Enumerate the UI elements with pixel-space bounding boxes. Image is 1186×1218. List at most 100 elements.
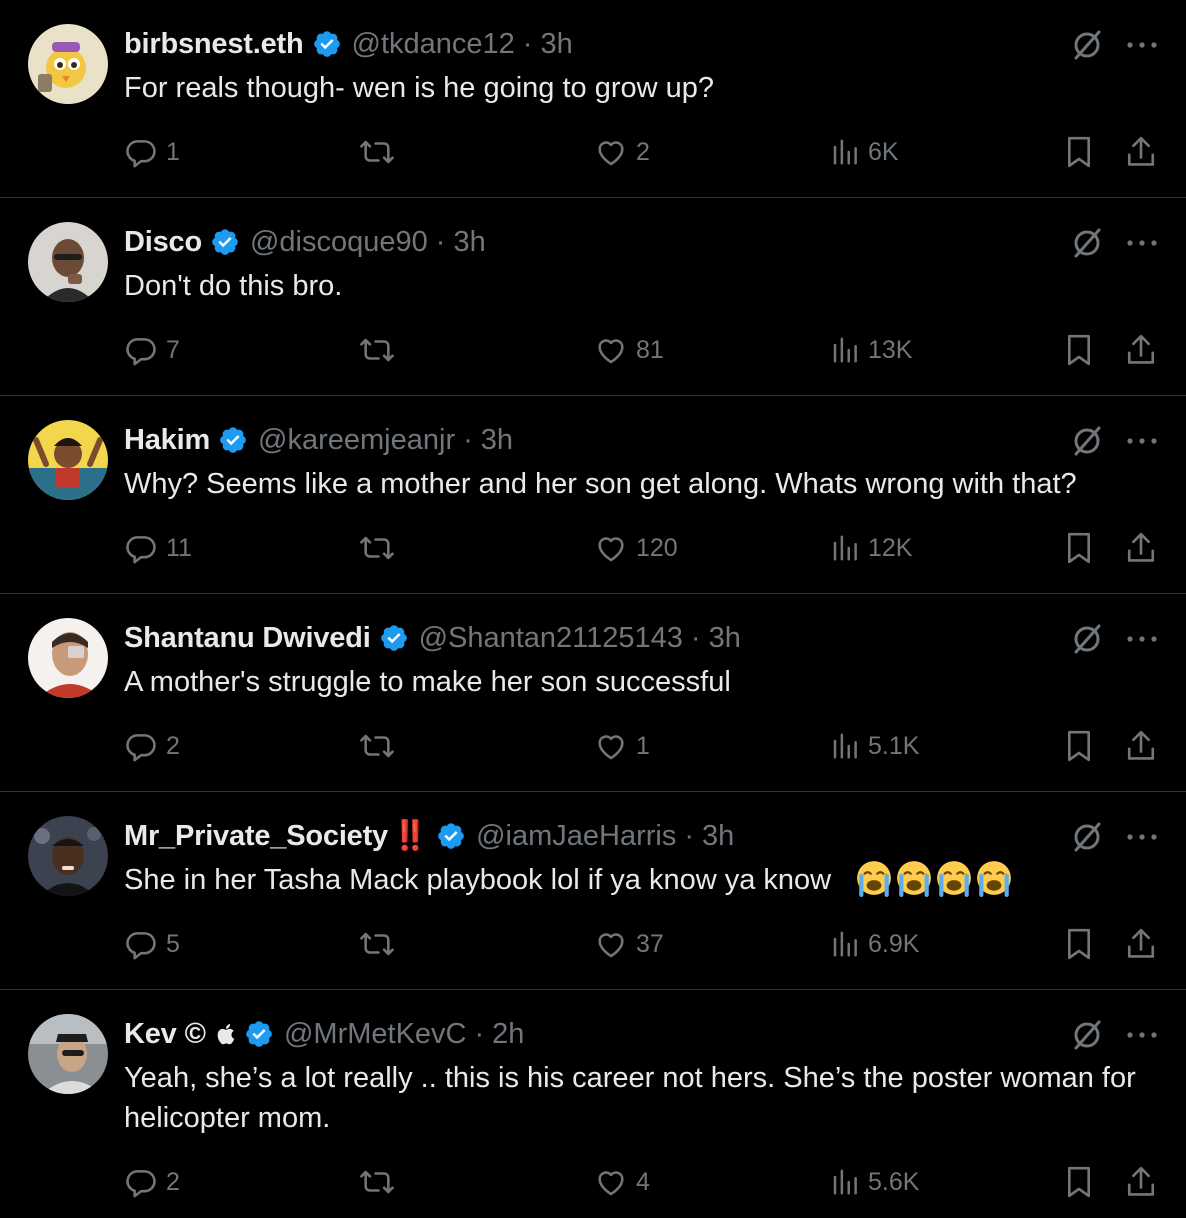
display-name[interactable]: Kev: [124, 1018, 177, 1051]
share-button[interactable]: [1124, 924, 1158, 964]
user-handle[interactable]: @tkdance12: [352, 28, 515, 61]
views-icon: [830, 533, 860, 563]
share-button[interactable]: [1124, 132, 1158, 172]
views-button[interactable]: 6K: [830, 132, 899, 172]
avatar[interactable]: [28, 420, 108, 500]
grok-icon[interactable]: [1070, 1018, 1104, 1052]
grok-icon[interactable]: [1070, 622, 1104, 656]
views-button[interactable]: 6.9K: [830, 924, 919, 964]
grok-icon[interactable]: [1070, 424, 1104, 458]
tweet[interactable]: Mr_Private_Society ‼️ @iamJaeHarris · 3h…: [0, 792, 1186, 990]
retweet-button[interactable]: [358, 726, 404, 766]
bookmark-button[interactable]: [1062, 132, 1096, 172]
views-count: 12K: [868, 533, 913, 562]
like-button[interactable]: 37: [594, 924, 664, 964]
user-handle[interactable]: @MrMetKevC: [284, 1018, 467, 1051]
display-name[interactable]: Shantanu Dwivedi: [124, 622, 371, 655]
timestamp[interactable]: 2h: [492, 1018, 524, 1051]
grok-icon[interactable]: [1070, 820, 1104, 854]
grok-icon[interactable]: [1070, 28, 1104, 62]
timestamp[interactable]: 3h: [702, 820, 734, 853]
bookmark-button[interactable]: [1062, 330, 1096, 370]
tweet[interactable]: Shantanu Dwivedi @Shantan21125143 · 3h A…: [0, 594, 1186, 792]
tweet[interactable]: Disco @discoque90 · 3h Don't do this bro…: [0, 198, 1186, 396]
like-button[interactable]: 81: [594, 330, 664, 370]
views-button[interactable]: 12K: [830, 528, 912, 568]
reply-button[interactable]: 11: [124, 528, 192, 568]
share-button[interactable]: [1124, 726, 1158, 766]
apple-logo-icon-shape: [217, 1024, 235, 1045]
bookmark-button[interactable]: [1062, 528, 1096, 568]
bookmark-icon: [1062, 332, 1096, 368]
reply-button[interactable]: 5: [124, 924, 180, 964]
views-count: 5.1K: [868, 731, 920, 760]
reply-button[interactable]: 7: [124, 330, 180, 370]
heart-icon: [594, 927, 628, 961]
tweet-actions: 1 2 6K: [0, 132, 1186, 172]
reply-button[interactable]: 1: [124, 132, 180, 172]
tweet-text: She in her Tasha Mack playbook lol if ya…: [124, 864, 832, 896]
more-dots-icon[interactable]: [1122, 624, 1162, 654]
views-count: 6K: [868, 137, 899, 166]
more-dots-icon[interactable]: [1122, 1020, 1162, 1050]
retweet-icon: [358, 135, 396, 169]
timestamp[interactable]: 3h: [453, 226, 485, 259]
display-name[interactable]: Disco: [124, 226, 202, 259]
display-name[interactable]: birbsnest.eth: [124, 28, 304, 61]
like-button[interactable]: 4: [594, 1162, 650, 1202]
more-dots-icon[interactable]: [1122, 822, 1162, 852]
reply-count: 11: [166, 533, 192, 562]
heart-icon: [594, 135, 628, 169]
share-button[interactable]: [1124, 528, 1158, 568]
share-button[interactable]: [1124, 1162, 1158, 1202]
display-name[interactable]: Hakim: [124, 424, 210, 457]
user-handle[interactable]: @iamJaeHarris: [476, 820, 676, 853]
timestamp[interactable]: 3h: [540, 28, 572, 61]
timestamp[interactable]: 3h: [481, 424, 513, 457]
reply-button[interactable]: 2: [124, 726, 180, 766]
retweet-icon: [358, 531, 396, 565]
more-dots-icon[interactable]: [1122, 426, 1162, 456]
tweet-header: birbsnest.eth @tkdance12 · 3h: [124, 26, 573, 62]
reply-count: 7: [166, 335, 180, 364]
retweet-button[interactable]: [358, 1162, 404, 1202]
avatar[interactable]: [28, 1014, 108, 1094]
like-button[interactable]: 120: [594, 528, 678, 568]
like-button[interactable]: 2: [594, 132, 650, 172]
tweet[interactable]: birbsnest.eth @tkdance12 · 3h For reals …: [0, 0, 1186, 198]
views-button[interactable]: 5.1K: [830, 726, 919, 766]
heart-icon: [594, 729, 628, 763]
bookmark-button[interactable]: [1062, 924, 1096, 964]
reply-count: 1: [166, 137, 180, 166]
user-handle[interactable]: @kareemjeanjr: [258, 424, 455, 457]
tweet-actions: 11 120 12K: [0, 528, 1186, 568]
grok-icon[interactable]: [1070, 226, 1104, 260]
avatar[interactable]: [28, 222, 108, 302]
retweet-button[interactable]: [358, 132, 404, 172]
reply-button[interactable]: 2: [124, 1162, 180, 1202]
retweet-button[interactable]: [358, 528, 404, 568]
like-button[interactable]: 1: [594, 726, 650, 766]
separator-dot: ·: [522, 27, 533, 60]
avatar[interactable]: [28, 24, 108, 104]
more-dots-icon[interactable]: [1122, 30, 1162, 60]
views-button[interactable]: 5.6K: [830, 1162, 919, 1202]
views-count: 6.9K: [868, 929, 920, 958]
views-button[interactable]: 13K: [830, 330, 912, 370]
tweet-header: Kev © @MrMetKevC · 2h: [124, 1016, 524, 1052]
retweet-button[interactable]: [358, 330, 404, 370]
tweet[interactable]: Hakim @kareemjeanjr · 3h Why? Seems like…: [0, 396, 1186, 594]
reply-icon: [124, 333, 158, 367]
avatar[interactable]: [28, 816, 108, 896]
bookmark-button[interactable]: [1062, 726, 1096, 766]
share-button[interactable]: [1124, 330, 1158, 370]
user-handle[interactable]: @discoque90: [250, 226, 428, 259]
timestamp[interactable]: 3h: [709, 622, 741, 655]
bookmark-button[interactable]: [1062, 1162, 1096, 1202]
more-dots-icon[interactable]: [1122, 228, 1162, 258]
retweet-button[interactable]: [358, 924, 404, 964]
user-handle[interactable]: @Shantan21125143: [419, 622, 683, 655]
tweet[interactable]: Kev © @MrMetKevC · 2h Yeah, she’s a lot …: [0, 990, 1186, 1218]
avatar[interactable]: [28, 618, 108, 698]
display-name[interactable]: Mr_Private_Society: [124, 820, 388, 853]
